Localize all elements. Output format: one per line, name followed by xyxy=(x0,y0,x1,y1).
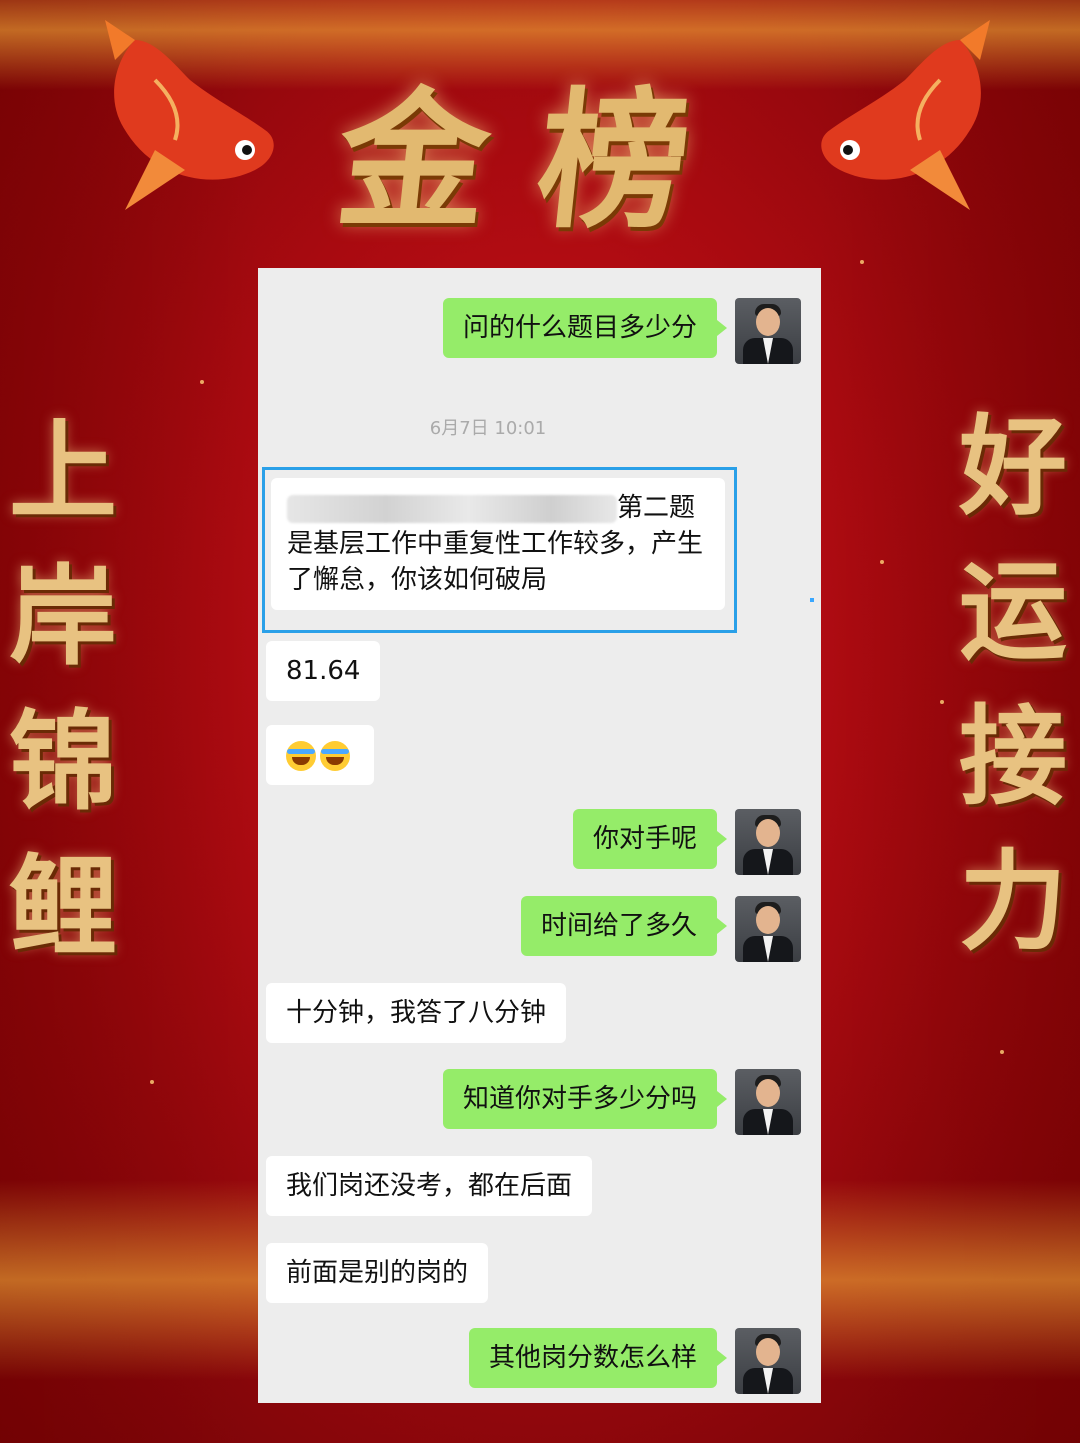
highlight-box: 第二题是基层工作中重复性工作较多，产生了懈怠，你该如何破局 xyxy=(262,467,737,633)
left-slogan: 上岸锦鲤 xyxy=(8,409,117,970)
my-message[interactable]: 知道你对手多少分吗 xyxy=(442,1069,728,1129)
avatar[interactable] xyxy=(735,1328,801,1394)
sparkle xyxy=(940,700,944,704)
banner-title: 金榜 xyxy=(329,73,748,249)
other-message[interactable]: 81.64 xyxy=(266,641,381,701)
sparkle xyxy=(200,380,204,384)
my-message[interactable]: 时间给了多久 xyxy=(520,896,728,956)
my-message[interactable]: 问的什么题目多少分 xyxy=(442,298,728,358)
my-message[interactable]: 其他岗分数怎么样 xyxy=(468,1328,728,1388)
sparkle xyxy=(880,560,884,564)
avatar[interactable] xyxy=(735,1069,801,1135)
tears-of-joy-emoji-icon xyxy=(286,740,316,771)
avatar[interactable] xyxy=(735,809,801,875)
timestamp: 6月7日 10:01 xyxy=(429,418,547,439)
tears-of-joy-emoji-icon xyxy=(320,740,350,771)
other-message[interactable]: 第二题是基层工作中重复性工作较多，产生了懈怠，你该如何破局 xyxy=(271,478,725,610)
chat-window: 问的什么题目多少分 6月7日 10:01 第二题是基层工作中重复性工作较多，产生… xyxy=(258,268,821,1403)
avatar[interactable] xyxy=(735,896,801,962)
blurred-text xyxy=(287,494,617,523)
other-message[interactable]: 十分钟，我答了八分钟 xyxy=(266,983,567,1043)
other-message[interactable]: 前面是别的岗的 xyxy=(266,1243,489,1303)
other-message[interactable] xyxy=(266,725,374,785)
other-message[interactable]: 我们岗还没考，都在后面 xyxy=(266,1156,593,1216)
cursor-dot xyxy=(810,598,814,602)
my-message[interactable]: 你对手呢 xyxy=(572,809,728,869)
sparkle xyxy=(150,1080,154,1084)
right-slogan: 好运接力 xyxy=(958,404,1067,965)
sparkle xyxy=(860,260,864,264)
sparkle xyxy=(1000,1050,1004,1054)
avatar[interactable] xyxy=(735,298,801,364)
